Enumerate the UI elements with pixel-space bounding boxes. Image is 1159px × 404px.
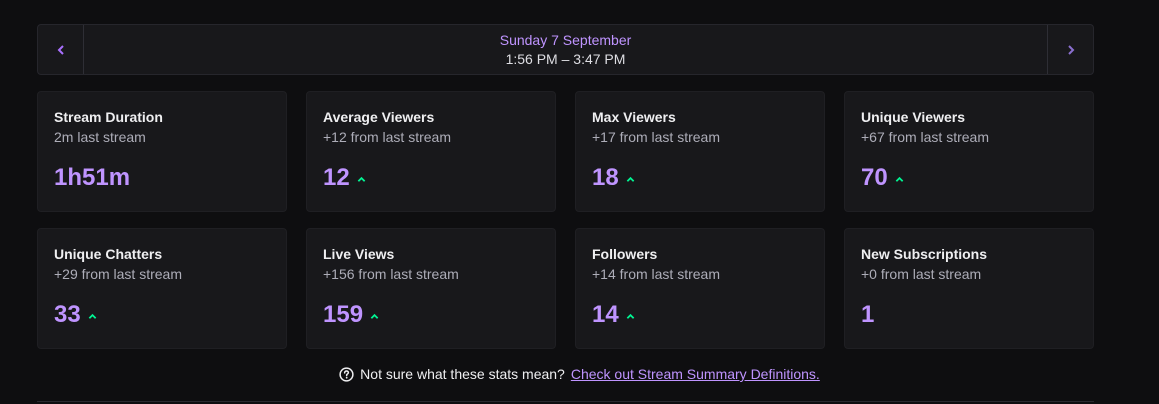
stat-change: +12 from last stream xyxy=(323,129,451,145)
stat-title: Stream Duration xyxy=(54,109,163,125)
stat-title: Unique Viewers xyxy=(861,109,966,125)
stat-change: +29 from last stream xyxy=(54,266,182,282)
trend-up-icon xyxy=(895,176,903,182)
stat-value: 1h51m xyxy=(54,164,131,191)
stats-grid: Stream Duration 2m last stream 1h51m Ave… xyxy=(37,91,1094,349)
stat-value-row: 159 xyxy=(323,301,379,329)
stat-value-row: 33 xyxy=(54,301,97,329)
stat-card-stream-duration: Stream Duration 2m last stream 1h51m xyxy=(37,91,287,212)
trend-up-icon xyxy=(88,313,96,319)
stat-change: +14 from last stream xyxy=(592,266,720,282)
stat-change: 2m last stream xyxy=(54,129,146,145)
stat-value: 14 xyxy=(592,301,619,328)
chevron-left-icon xyxy=(57,44,64,55)
date-navigator: Sunday 7 September 1:56 PM – 3:47 PM xyxy=(37,24,1094,75)
stat-value: 159 xyxy=(323,301,364,328)
stat-change: +0 from last stream xyxy=(861,266,982,282)
stat-value-row: 70 xyxy=(861,164,904,192)
stat-card-unique-chatters: Unique Chatters +29 from last stream 33 xyxy=(37,228,287,349)
stat-value: 18 xyxy=(592,164,619,191)
trend-up-icon xyxy=(370,313,379,319)
stats-help-footer: Not sure what these stats mean? Check ou… xyxy=(0,366,1159,382)
stat-value-row: 1h51m xyxy=(54,164,130,192)
trend-up-icon xyxy=(357,176,365,182)
stat-card-unique-viewers: Unique Viewers +67 from last stream 70 xyxy=(844,91,1094,212)
stat-value-row: 14 xyxy=(592,301,635,329)
stream-time-range: 1:56 PM – 3:47 PM xyxy=(505,51,626,67)
stat-title: Average Viewers xyxy=(323,109,435,125)
stat-card-new-subscriptions: New Subscriptions +0 from last stream 1 xyxy=(844,228,1094,349)
stat-card-average-viewers: Average Viewers +12 from last stream 12 xyxy=(306,91,556,212)
stat-title: New Subscriptions xyxy=(861,246,988,262)
stat-card-live-views: Live Views +156 from last stream 159 xyxy=(306,228,556,349)
previous-stream-button[interactable] xyxy=(38,25,84,74)
help-question-text: Not sure what these stats mean? xyxy=(360,366,565,382)
stat-value-row: 1 xyxy=(861,301,874,329)
stat-value: 33 xyxy=(54,301,81,328)
stat-card-max-viewers: Max Viewers +17 from last stream 18 xyxy=(575,91,825,212)
stat-value-row: 18 xyxy=(592,164,635,192)
stat-value: 12 xyxy=(323,164,350,191)
stat-value-row: 12 xyxy=(323,164,366,192)
stream-summary-page: Sunday 7 September 1:56 PM – 3:47 PM Str… xyxy=(0,0,1159,404)
trend-up-icon xyxy=(626,176,634,182)
stat-change: +67 from last stream xyxy=(861,129,989,145)
stat-title: Followers xyxy=(592,246,658,262)
stat-change: +156 from last stream xyxy=(323,266,459,282)
stat-title: Live Views xyxy=(323,246,395,262)
chevron-right-icon xyxy=(1067,44,1074,55)
stat-change: +17 from last stream xyxy=(592,129,720,145)
trend-up-icon xyxy=(626,313,634,319)
help-circle-icon xyxy=(339,366,354,382)
next-stream-button[interactable] xyxy=(1047,25,1093,74)
stat-value: 70 xyxy=(861,164,888,191)
stat-card-followers: Followers +14 from last stream 14 xyxy=(575,228,825,349)
stream-date-display: Sunday 7 September 1:56 PM – 3:47 PM xyxy=(84,25,1047,74)
stat-title: Max Viewers xyxy=(592,109,676,125)
stat-value: 1 xyxy=(861,301,875,328)
stat-title: Unique Chatters xyxy=(54,246,163,262)
stream-summary-definitions-link[interactable]: Check out Stream Summary Definitions. xyxy=(571,366,820,382)
stream-date: Sunday 7 September xyxy=(499,32,632,48)
divider xyxy=(37,401,1094,402)
